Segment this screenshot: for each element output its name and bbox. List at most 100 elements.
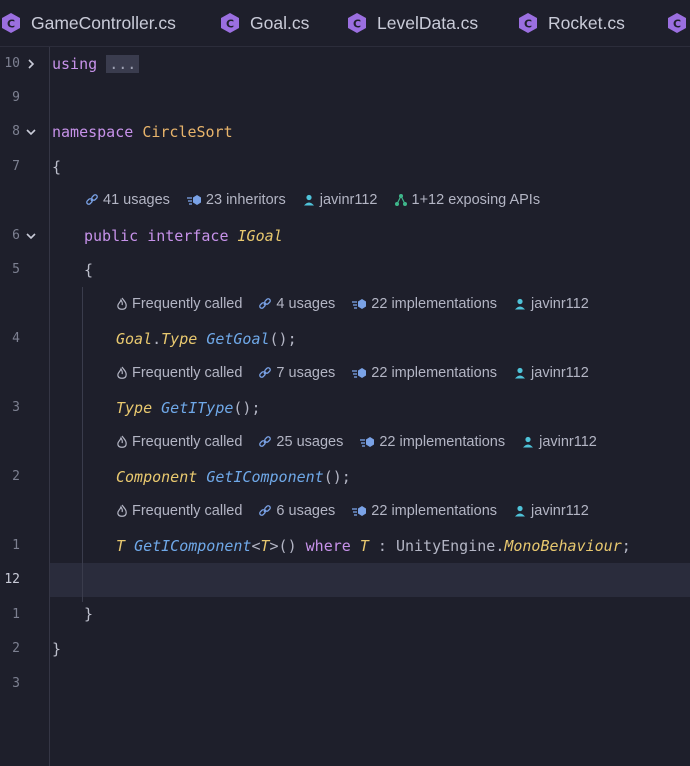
code-line-close-brace[interactable]: }	[52, 640, 61, 658]
author-hint[interactable]: javinr112	[513, 365, 589, 381]
frequency-hint[interactable]: Frequently called	[116, 503, 242, 519]
line-number: 8	[12, 124, 20, 139]
method-name: GetIComponent	[206, 468, 324, 486]
method-name: GetIComponent	[134, 537, 252, 555]
apis-label: 1+12 exposing APIs	[411, 192, 541, 208]
implementations-icon	[352, 506, 367, 516]
author-hint[interactable]: javinr112	[521, 434, 597, 450]
code-line-getgoal[interactable]: Goal.Type GetGoal();	[116, 330, 297, 348]
implementations-hint[interactable]: 22 implementations	[351, 296, 497, 312]
csharp-file-icon: C	[348, 13, 366, 33]
code-line-close-brace[interactable]: }	[84, 605, 93, 623]
code-line-namespace[interactable]: namespace CircleSort	[52, 123, 233, 141]
code-line-interface[interactable]: public interface IGoal	[84, 227, 283, 245]
user-icon	[523, 436, 534, 448]
line-number: 5	[12, 262, 20, 277]
usages-hint[interactable]: 6 usages	[258, 503, 335, 519]
chevron-right-icon[interactable]	[25, 58, 37, 70]
svg-text:C: C	[524, 18, 532, 31]
link-icon	[259, 436, 272, 447]
punctuation: >()	[269, 537, 297, 555]
type-parameter: T	[260, 537, 270, 555]
frequency-label: Frequently called	[132, 365, 243, 381]
inheritors-hint[interactable]: 23 inheritors	[186, 192, 286, 208]
line-number: 3	[12, 676, 20, 691]
line-number: 1	[12, 607, 20, 622]
code-line-geticomponent[interactable]: Component GetIComponent();	[116, 468, 351, 486]
punctuation: <	[251, 537, 261, 555]
author-hint[interactable]: javinr112	[513, 503, 589, 519]
code-vision-hints-geticomponent-generic: Frequently called 6 usages 22 implementa…	[116, 503, 605, 519]
keyword: public	[84, 227, 139, 245]
tab-rocket[interactable]: C Rocket.cs	[517, 0, 625, 46]
svg-text:C: C	[353, 18, 361, 31]
tab-gamecontroller[interactable]: C GameController.cs	[0, 0, 176, 46]
author-label: javinr112	[531, 365, 589, 381]
code-line-open-brace[interactable]: {	[52, 158, 61, 176]
code-line-open-brace[interactable]: {	[84, 261, 93, 279]
code-line-using[interactable]: using ...	[52, 55, 140, 73]
method-name: GetGoal	[206, 330, 270, 348]
type-name: Component	[116, 468, 198, 486]
line-number-current: 12	[4, 572, 20, 587]
usages-hint[interactable]: 25 usages	[258, 434, 343, 450]
frequency-hint[interactable]: Frequently called	[116, 365, 242, 381]
tab-goal[interactable]: C Goal.cs	[219, 0, 309, 46]
type-parameter: T	[359, 537, 369, 555]
type-name: MonoBehaviour	[504, 537, 622, 555]
implementations-hint[interactable]: 22 implementations	[351, 365, 497, 381]
namespace-name: UnityEngine	[395, 537, 496, 555]
punctuation: ();	[269, 330, 297, 348]
brace: {	[84, 261, 94, 279]
code-vision-hints-getitype: Frequently called 7 usages 22 implementa…	[116, 365, 605, 381]
frequency-label: Frequently called	[132, 434, 243, 450]
code-editor[interactable]: using ... namespace CircleSort { 41 usag…	[50, 47, 690, 766]
line-number: 6	[12, 228, 20, 243]
apis-hint[interactable]: 1+12 exposing APIs	[394, 192, 541, 208]
tab-label: LevelData.cs	[377, 12, 479, 33]
method-name: GetIType	[161, 399, 234, 417]
usages-label: 7 usages	[276, 365, 336, 381]
chevron-down-icon[interactable]	[25, 230, 37, 242]
code-vision-hints-getgoal: Frequently called 4 usages 22 implementa…	[116, 296, 605, 312]
tab-overflow[interactable]: C	[666, 0, 690, 46]
user-icon	[515, 367, 526, 379]
implementations-label: 22 implementations	[371, 296, 498, 312]
code-line-current-empty[interactable]	[116, 572, 126, 590]
code-line-getitype[interactable]: Type GetIType();	[116, 399, 261, 417]
csharp-file-icon: C	[2, 13, 20, 33]
code-line-geticomponent-generic[interactable]: T GetIComponent<T>() where T : UnityEngi…	[116, 537, 631, 555]
folded-region[interactable]: ...	[106, 55, 140, 73]
implementations-hint[interactable]: 22 implementations	[351, 503, 497, 519]
implementations-label: 22 implementations	[371, 365, 498, 381]
chevron-down-icon[interactable]	[25, 126, 37, 138]
author-hint[interactable]: javinr112	[302, 192, 378, 208]
csharp-file-icon: C	[519, 13, 537, 33]
implementations-icon	[360, 437, 375, 447]
author-hint[interactable]: javinr112	[513, 296, 589, 312]
type-name: Type	[116, 399, 153, 417]
frequency-hint[interactable]: Frequently called	[116, 296, 242, 312]
line-number-gutter[interactable]: 10 9 8 7 6 5 4 3 2 1 12 1 2 3	[0, 47, 50, 766]
implementations-icon	[352, 299, 367, 309]
brace: {	[52, 158, 62, 176]
tab-label: Goal.cs	[250, 12, 310, 33]
inheritors-icon	[186, 195, 201, 205]
flame-icon	[117, 435, 127, 448]
brace: }	[52, 640, 62, 658]
usages-hint[interactable]: 41 usages	[85, 192, 170, 208]
csharp-file-icon: C	[668, 13, 686, 33]
editor-tab-bar: C GameController.cs C Goal.cs C LevelDat…	[0, 0, 690, 47]
line-number: 2	[12, 469, 20, 484]
line-number: 7	[12, 159, 20, 174]
usages-hint[interactable]: 7 usages	[258, 365, 335, 381]
usages-hint[interactable]: 4 usages	[258, 296, 335, 312]
implementations-hint[interactable]: 22 implementations	[359, 434, 505, 450]
brace: }	[84, 605, 94, 623]
network-icon	[394, 194, 407, 206]
author-label: javinr112	[531, 296, 589, 312]
frequency-hint[interactable]: Frequently called	[116, 434, 242, 450]
implementations-icon	[352, 368, 367, 378]
tab-leveldata[interactable]: C LevelData.cs	[346, 0, 478, 46]
type-name: Type	[161, 330, 198, 348]
